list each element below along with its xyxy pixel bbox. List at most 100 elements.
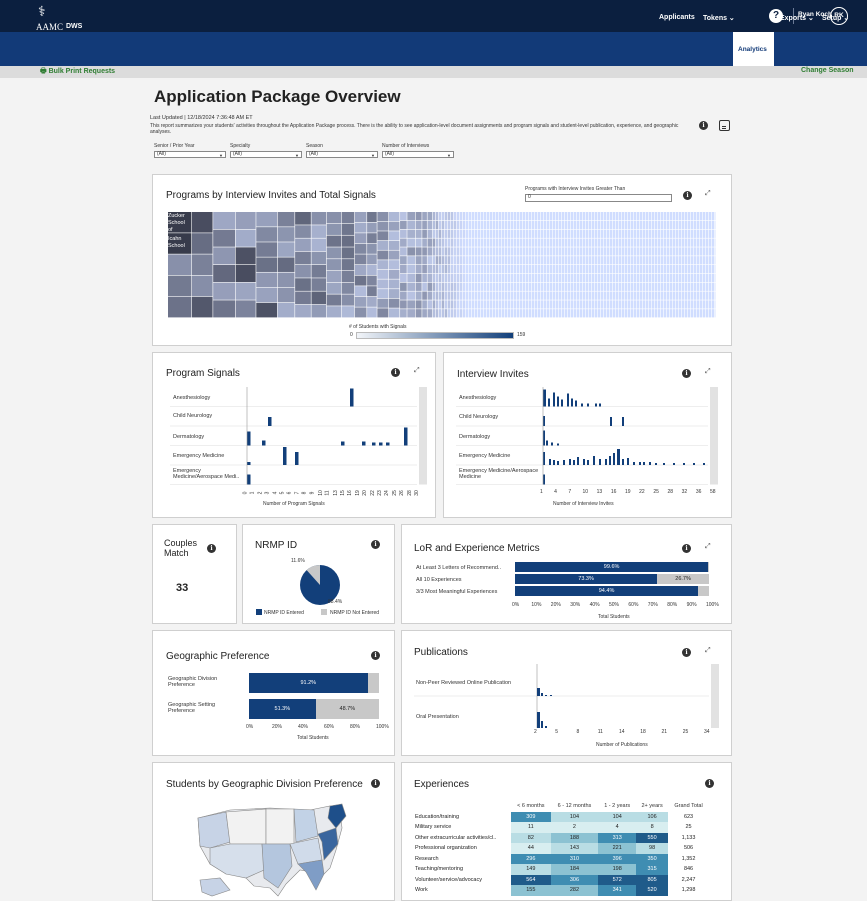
table-row[interactable]: Professional organization 44 143 221 98 506 — [413, 843, 709, 854]
publications-chart[interactable] — [414, 664, 719, 728]
treemap-tile — [465, 220, 469, 230]
info-icon[interactable]: i — [683, 191, 692, 200]
treemap-tile — [501, 238, 505, 247]
info-icon[interactable]: i — [705, 779, 714, 788]
table-row[interactable]: Work 155 282 341 520 1,298 — [413, 885, 709, 896]
filter-specialty-select[interactable]: (All) ▼ — [230, 151, 302, 158]
table-cell: 520 — [636, 885, 669, 896]
expand-icon[interactable]: ⤢ — [705, 543, 713, 551]
treemap-tile — [407, 247, 416, 256]
bulk-print-link[interactable]: 🖶 Bulk Print Requests — [40, 67, 115, 78]
info-icon[interactable]: i — [699, 121, 708, 130]
info-icon[interactable]: i — [391, 368, 400, 377]
filter-interviews-select[interactable]: (All) ▼ — [382, 151, 454, 158]
info-icon[interactable]: i — [682, 369, 691, 378]
print-icon[interactable] — [719, 120, 730, 131]
treemap-tile — [474, 265, 478, 274]
programs-treemap[interactable] — [168, 212, 716, 318]
nav-applicants[interactable]: Applicants — [659, 14, 695, 21]
table-row[interactable]: Other extracurricular activities/cl.. 82 1… — [413, 832, 709, 843]
treemap-tile — [594, 229, 598, 238]
table-row[interactable]: Education/training 309 104 104 106 623 — [413, 811, 709, 822]
treemap-tile — [326, 223, 342, 235]
treemap-tile — [213, 265, 236, 283]
info-icon[interactable]: i — [682, 544, 691, 553]
treemap-tile — [663, 220, 667, 230]
treemap-tile — [459, 300, 463, 309]
treemap-tile — [546, 300, 550, 309]
info-icon[interactable]: i — [207, 544, 216, 553]
treemap-tile — [191, 275, 213, 297]
expand-icon[interactable]: ⤢ — [705, 190, 713, 198]
info-icon[interactable]: i — [371, 651, 380, 660]
x-tick-label: 22 — [369, 490, 376, 496]
treemap-tile — [534, 273, 538, 283]
treemap-tile — [711, 256, 715, 265]
expand-icon[interactable]: ⤢ — [705, 647, 713, 655]
x-tick-label: 10 — [317, 490, 324, 496]
expand-icon[interactable]: ⤢ — [705, 368, 713, 376]
nav-setup[interactable]: Setup ⌄ — [822, 14, 849, 22]
column-header[interactable]: 2+ years — [636, 801, 668, 812]
us-division-map[interactable] — [190, 798, 370, 901]
treemap-tile — [600, 265, 604, 274]
treemap-tile — [480, 300, 484, 309]
treemap-tile — [504, 300, 508, 309]
treemap-tile — [666, 300, 670, 309]
panel-title: Students by Geographic Division Preferen… — [166, 779, 363, 790]
treemap-tile — [422, 212, 427, 221]
treemap-tile — [552, 291, 556, 300]
geo-pref-bars[interactable]: 91.2% 51.3% 48.7% — [249, 673, 379, 719]
treemap-tile — [657, 212, 661, 221]
info-icon[interactable]: i — [682, 648, 691, 657]
treemap-tile — [498, 300, 502, 309]
invites-filter-input[interactable]: 0 — [525, 194, 672, 202]
nav-tokens[interactable]: Tokens ⌄ — [703, 14, 735, 22]
filter-season-select[interactable]: (All) ▼ — [306, 151, 378, 158]
treemap-tile — [534, 282, 538, 291]
treemap-tile — [549, 291, 553, 300]
treemap-tile — [498, 282, 502, 291]
info-icon[interactable]: i — [371, 540, 380, 549]
treemap-tile — [633, 247, 637, 256]
treemap-tile — [537, 300, 541, 309]
expand-icon[interactable]: ⤢ — [414, 367, 422, 375]
table-row[interactable]: Research 296 310 396 350 1,352 — [413, 853, 709, 864]
filter-senior-select[interactable]: (All) ▼ — [154, 151, 226, 158]
treemap-tile — [444, 212, 448, 221]
lor-bars[interactable]: 99.6% 73.3% 26.7% 94.4% — [515, 562, 709, 598]
x-tick-label: 36 — [695, 489, 702, 495]
column-header[interactable]: 1 - 2 years — [598, 801, 636, 812]
table-row[interactable]: Military service 11 2 4 8 25 — [413, 822, 709, 833]
treemap-tile — [555, 291, 559, 300]
treemap-tile — [681, 229, 685, 238]
column-header[interactable]: < 6 months — [511, 801, 551, 812]
treemap-tile — [618, 273, 622, 283]
nav-exports[interactable]: Exports ⌄ — [780, 14, 814, 22]
treemap-tile — [711, 247, 715, 256]
change-season-link[interactable]: Change Season — [801, 67, 854, 74]
treemap-tile — [669, 273, 673, 283]
treemap-tile — [377, 269, 389, 279]
column-header[interactable]: 6 - 12 months — [551, 801, 599, 812]
treemap-tile — [696, 291, 700, 300]
column-header[interactable]: Grand Total — [668, 801, 709, 812]
treemap-tile — [702, 265, 706, 274]
treemap-tile — [540, 247, 544, 256]
program-signals-chart[interactable] — [170, 387, 427, 487]
treemap-tile — [441, 265, 445, 274]
treemap-tile — [516, 265, 520, 274]
treemap-tile — [687, 309, 691, 318]
treemap-tile — [711, 300, 715, 309]
treemap-tile — [645, 291, 649, 300]
nav-analytics[interactable]: Analytics — [738, 46, 767, 53]
interview-invites-chart[interactable] — [456, 387, 718, 487]
treemap-tile — [573, 212, 577, 221]
table-row[interactable]: Teaching/mentoring 149 184 198 315 846 — [413, 864, 709, 875]
treemap-tile — [468, 265, 472, 274]
treemap-tile — [666, 291, 670, 300]
treemap-tile — [711, 265, 715, 274]
info-icon[interactable]: i — [371, 779, 380, 788]
table-row[interactable]: Volunteer/service/advocacy 564 306 572 805 2,… — [413, 874, 709, 885]
treemap-tile — [660, 247, 664, 256]
